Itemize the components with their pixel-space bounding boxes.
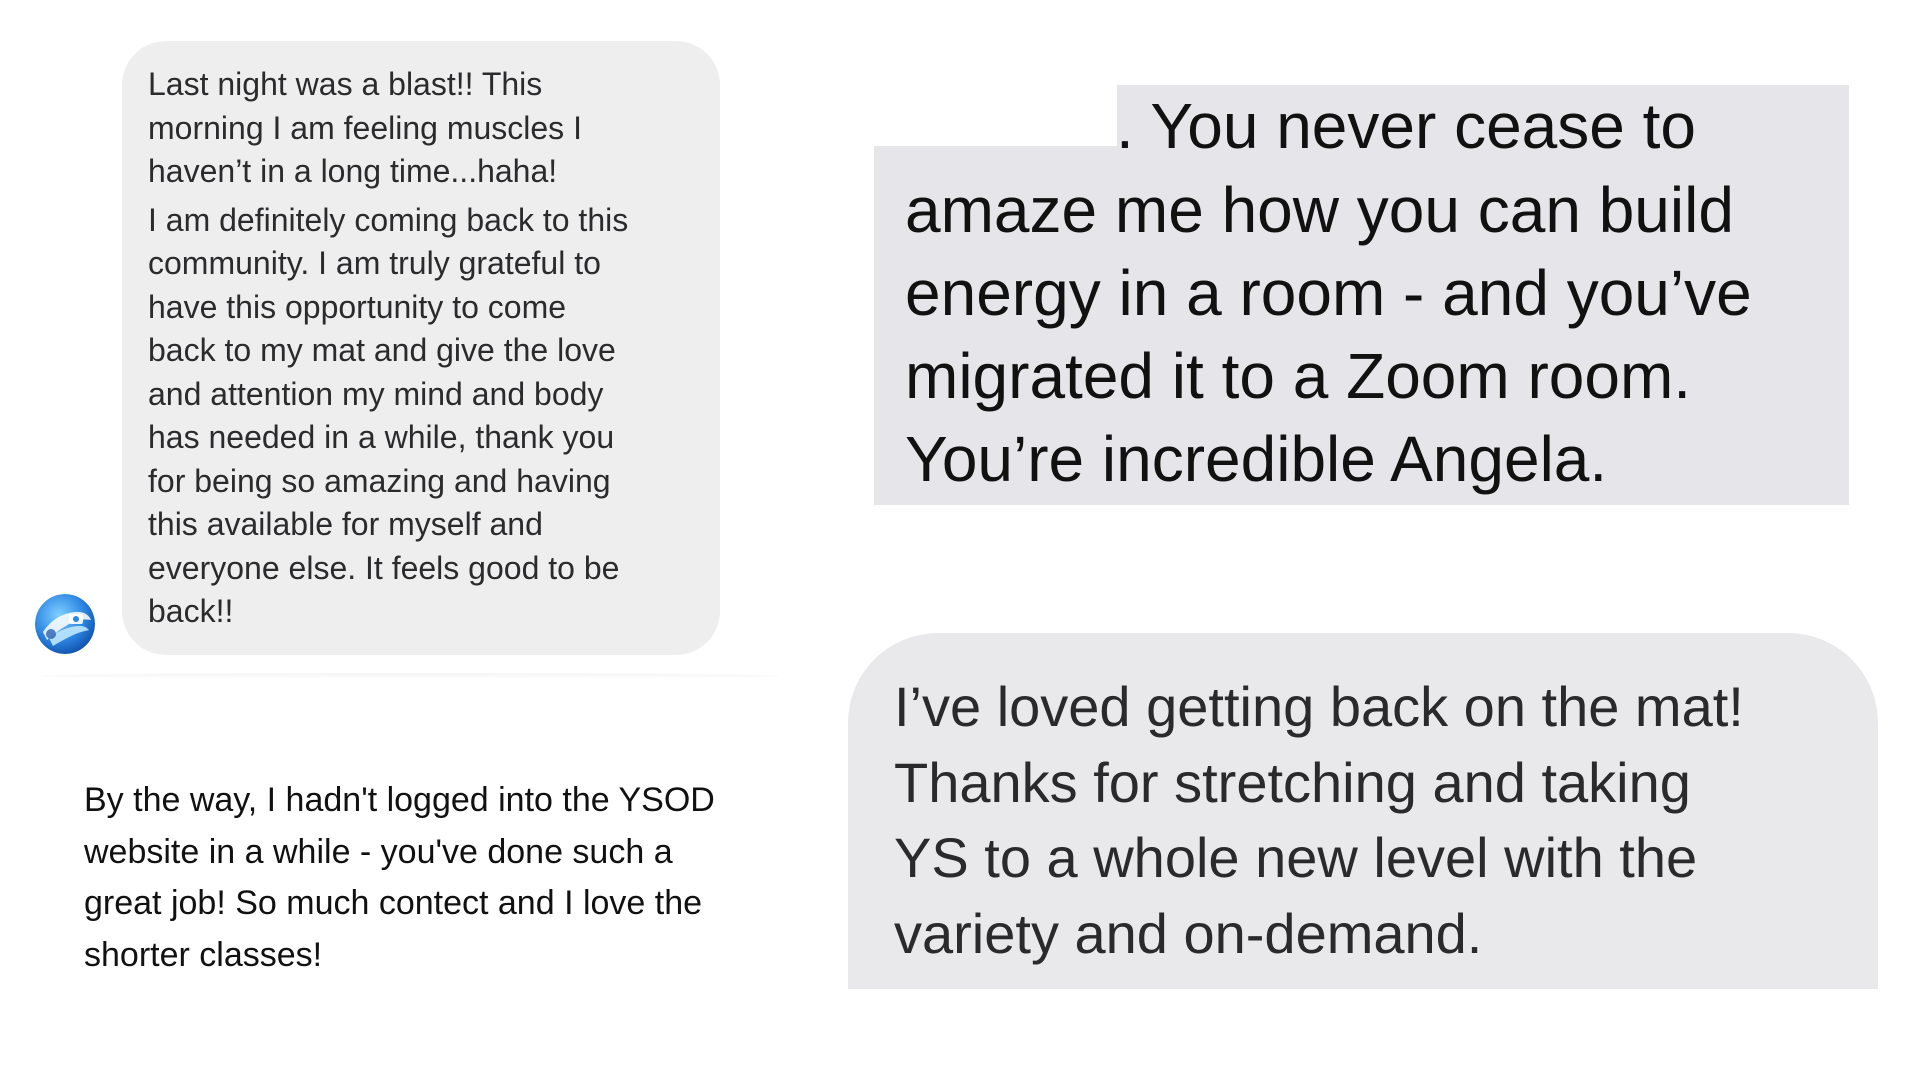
message-line: I’ve loved getting back on the mat! xyxy=(894,675,1744,738)
message-text-plain: By the way, I hadn't logged into the YSO… xyxy=(84,781,715,974)
avatar[interactable] xyxy=(35,594,95,654)
profile-avatar-icon xyxy=(35,594,95,654)
message-line: YS to a whole new level with the xyxy=(894,826,1698,889)
message-line: Thanks for stretching and taking xyxy=(894,750,1691,814)
message-bubble-segment[interactable] xyxy=(874,185,1849,505)
message-bubble-received[interactable]: I’ve loved getting back on the mat! Than… xyxy=(848,633,1878,989)
message-text: Last night was a blast!! This morning I … xyxy=(148,66,582,189)
message-text: I am definitely coming back to this comm… xyxy=(148,201,629,630)
message-line: variety and on-demand. xyxy=(894,901,1483,965)
message-divider xyxy=(40,673,780,679)
message-bubble-segment[interactable] xyxy=(1117,85,1849,185)
message-bubble-received[interactable]: Last night was a blast!! This morning I … xyxy=(122,41,720,655)
message-bubble-segment xyxy=(874,146,1117,185)
